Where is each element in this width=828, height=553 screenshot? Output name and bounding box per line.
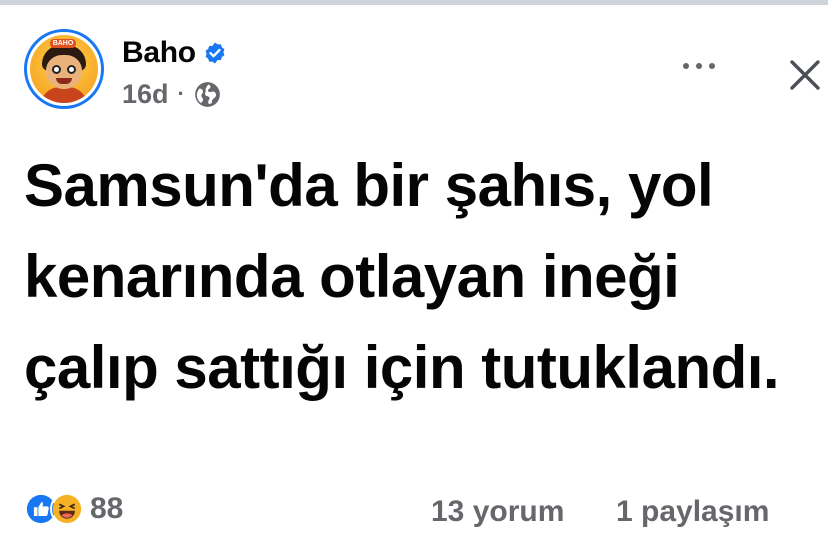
avatar-eye-right	[67, 65, 76, 74]
post-header: BAHO Baho 16d ·	[24, 29, 820, 111]
avatar-eye-left	[52, 65, 61, 74]
avatar-logo-text: BAHO	[50, 39, 76, 48]
avatar-image: BAHO	[30, 35, 98, 103]
more-dot	[709, 63, 715, 69]
more-dot	[696, 63, 702, 69]
author-name[interactable]: Baho	[122, 36, 196, 70]
reactions-summary[interactable]: 88	[24, 492, 123, 526]
globe-icon[interactable]	[194, 81, 221, 108]
more-options-icon[interactable]	[679, 55, 719, 77]
haha-reaction-icon	[50, 492, 84, 526]
reaction-count: 88	[90, 492, 124, 525]
author-name-row: Baho	[122, 35, 227, 71]
more-dot	[683, 63, 689, 69]
post-body-text: Samsun'da bir şahıs, yol kenarında otlay…	[24, 152, 780, 401]
meta-separator: ·	[177, 81, 185, 106]
post-timestamp[interactable]: 16d	[122, 79, 169, 110]
comment-count-link[interactable]: 13 yorum	[431, 495, 564, 529]
verified-badge-icon	[205, 42, 225, 64]
avatar-body	[40, 87, 88, 103]
post-meta: 16d ·	[122, 79, 221, 109]
share-count-link[interactable]: 1 paylaşım	[616, 495, 769, 529]
post-card: BAHO Baho 16d · Samsun'da bir şahıs, yol…	[0, 5, 828, 553]
close-icon[interactable]	[788, 58, 822, 92]
post-stats: 88 13 yorum 1 paylaşım	[0, 490, 828, 534]
author-avatar[interactable]: BAHO	[24, 29, 104, 109]
